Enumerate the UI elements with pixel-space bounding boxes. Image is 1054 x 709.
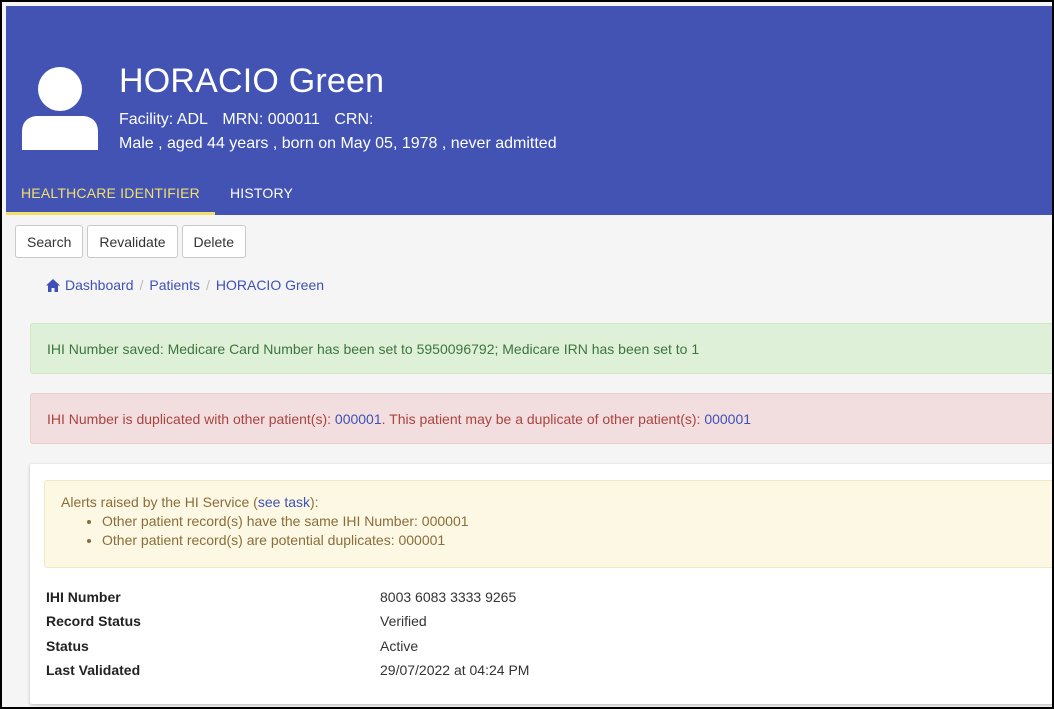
duplicate-patient-link[interactable]: 000001: [335, 411, 382, 427]
search-button[interactable]: Search: [15, 225, 84, 258]
ihi-details-card: Alerts raised by the HI Service (see tas…: [30, 464, 1052, 704]
breadcrumb-dashboard-link[interactable]: Dashboard: [65, 277, 134, 293]
action-toolbar: Search Revalidate Delete: [15, 225, 246, 258]
tab-healthcare-identifier[interactable]: HEALTHCARE IDENTIFIER: [6, 173, 215, 215]
breadcrumb-patients-link[interactable]: Patients: [149, 277, 200, 293]
hi-service-alerts-heading: Alerts raised by the HI Service (see tas…: [61, 494, 319, 510]
detail-label: IHI Number: [46, 589, 121, 605]
delete-button[interactable]: Delete: [181, 225, 246, 258]
patient-identifiers: Facility: ADL MRN: 000011 CRN:: [119, 111, 383, 129]
patient-header: HORACIO Green Facility: ADL MRN: 000011 …: [6, 6, 1052, 215]
detail-label: Record Status: [46, 613, 141, 629]
user-avatar-icon: [22, 67, 98, 150]
hi-service-alerts: Alerts raised by the HI Service (see tas…: [44, 480, 1052, 568]
patient-name: HORACIO Green: [119, 62, 385, 100]
detail-label: Last Validated: [46, 662, 141, 678]
breadcrumb-separator: /: [205, 277, 210, 293]
breadcrumb: Dashboard / Patients / HORACIO Green: [46, 277, 324, 293]
success-alert: IHI Number saved: Medicare Card Number h…: [30, 323, 1052, 374]
duplicate-alert: IHI Number is duplicated with other pati…: [30, 393, 1052, 444]
patient-summary: Male , aged 44 years , born on May 05, 1…: [119, 135, 557, 152]
tab-history[interactable]: HISTORY: [215, 173, 308, 215]
potential-duplicate-patient-link[interactable]: 000001: [704, 411, 751, 427]
see-task-link[interactable]: see task: [258, 494, 310, 510]
list-item: Other patient record(s) have the same IH…: [102, 512, 1047, 531]
detail-label: Status: [46, 638, 89, 654]
detail-value: 8003 6083 3333 9265: [380, 589, 517, 605]
duplicate-alert-text: IHI Number is duplicated with other pati…: [47, 411, 335, 427]
detail-value: 29/07/2022 at 04:24 PM: [380, 662, 530, 678]
revalidate-button[interactable]: Revalidate: [87, 225, 178, 258]
app-frame: HORACIO Green Facility: ADL MRN: 000011 …: [0, 0, 1054, 709]
home-icon: [46, 278, 60, 292]
duplicate-alert-text: . This patient may be a duplicate of oth…: [381, 411, 705, 427]
detail-value: Active: [380, 638, 419, 654]
list-item: Other patient record(s) are potential du…: [102, 531, 1047, 550]
facility-label: Facility: ADL: [119, 111, 208, 128]
detail-value: Verified: [380, 613, 427, 629]
hi-service-alert-list: Other patient record(s) have the same IH…: [61, 512, 1047, 550]
breadcrumb-separator: /: [139, 277, 144, 293]
mrn-label: MRN: 000011: [222, 111, 320, 128]
crn-label: CRN:: [334, 111, 374, 128]
breadcrumb-current-patient-link[interactable]: HORACIO Green: [216, 277, 324, 293]
tab-bar: HEALTHCARE IDENTIFIER HISTORY: [6, 173, 308, 215]
